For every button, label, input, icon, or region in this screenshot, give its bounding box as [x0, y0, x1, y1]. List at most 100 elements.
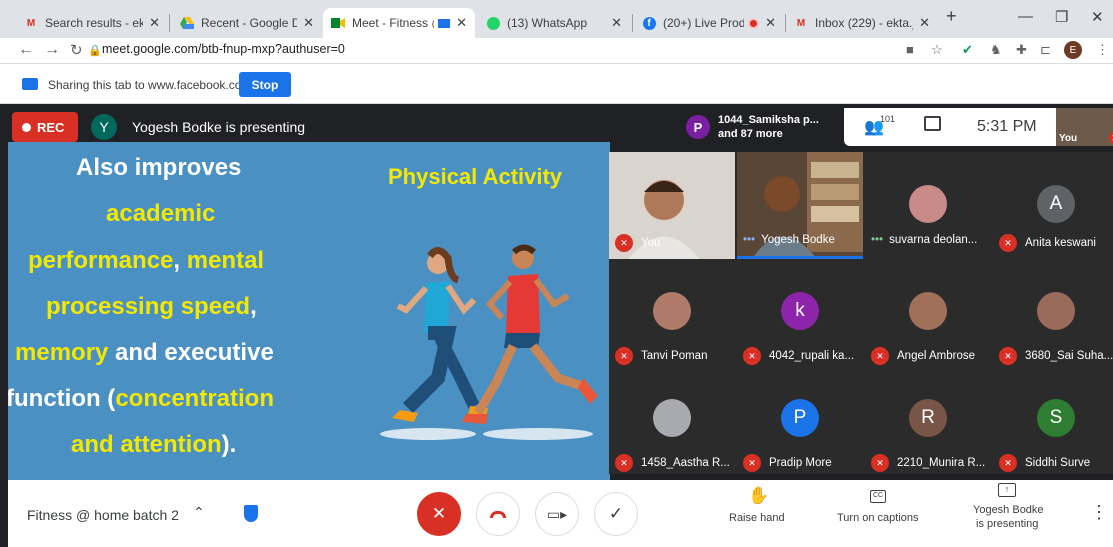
slide-line: Also improves: [76, 154, 242, 181]
forward-arrow-icon[interactable]: →: [44, 41, 60, 59]
camera-icon: ▭▸: [546, 505, 568, 522]
tab-google-drive[interactable]: Recent - Google Drive ✕: [172, 8, 322, 38]
sharing-icon: [438, 18, 451, 28]
participant-grid: ✕ You ••• Yogesh Bodke ••• suvarna deolan..…: [609, 152, 1113, 474]
hang-up-icon: [490, 510, 506, 518]
address-bar: ← → ↻ 🔒 meet.google.com/btb-fnup-mxp?aut…: [0, 38, 1113, 64]
mic-off-icon: ✕: [999, 454, 1017, 472]
security-shield-icon[interactable]: [244, 505, 258, 522]
tab-meet[interactable]: Meet - Fitness @ h ✕: [323, 8, 475, 38]
presenting-label-line2[interactable]: is presenting: [976, 518, 1038, 530]
chat-icon[interactable]: [924, 116, 941, 131]
participant-avatar: [1037, 292, 1075, 330]
mic-off-icon: ✕: [431, 504, 447, 523]
tab-facebook-live[interactable]: f (20+) Live Produce ✕: [634, 8, 784, 38]
new-tab-button[interactable]: +: [946, 6, 957, 27]
reload-icon[interactable]: ↻: [70, 41, 83, 59]
close-window-button[interactable]: ✕: [1091, 8, 1104, 26]
check-extension-icon[interactable]: ✔: [962, 42, 973, 58]
tab-gmail-inbox[interactable]: M Inbox (229) - ekta.jadha ✕: [786, 8, 938, 38]
meet-control-bar: Fitness @ home batch 2 ⌃ ✕ ▭▸ ✓ ✋ Raise …: [8, 480, 1113, 547]
participant-tile[interactable]: ✕ Tanvi Poman: [609, 259, 735, 366]
browser-menu-icon[interactable]: ⋮: [1096, 42, 1109, 58]
participant-tile[interactable]: ••• suvarna deolan...: [865, 152, 991, 259]
tab-whatsapp[interactable]: (13) WhatsApp ✕: [478, 8, 630, 38]
mic-off-icon: ✕: [615, 347, 633, 365]
participant-tile[interactable]: S ✕ Siddhi Surve: [993, 366, 1113, 473]
meeting-time: 5:31 PM: [977, 118, 1037, 135]
participant-avatar: P: [686, 115, 710, 139]
participant-count: 101: [880, 114, 896, 124]
participants-summary[interactable]: P 1044_Samiksha p... and 87 more: [680, 108, 842, 146]
mic-off-icon: ✕: [999, 347, 1017, 365]
mic-off-icon: ✕: [743, 454, 761, 472]
present-icon[interactable]: ↑: [998, 483, 1016, 497]
raise-hand-icon[interactable]: ✋: [748, 486, 769, 506]
participant-avatar: S: [1037, 399, 1075, 437]
chevron-up-icon[interactable]: ⌃: [193, 504, 205, 521]
whatsapp-icon: [486, 16, 500, 30]
participant-avatar: A: [1037, 185, 1075, 223]
presenting-label-line1[interactable]: Yogesh Bodke: [973, 504, 1044, 516]
participant-avatar: [653, 399, 691, 437]
tab-gmail-search[interactable]: M Search results - ekta.jad ✕: [16, 8, 168, 38]
microphone-off-button[interactable]: ✕: [417, 492, 461, 536]
extension-icon[interactable]: ♞: [990, 42, 1002, 58]
participant-tile[interactable]: R ✕ 2210_Munira R...: [865, 366, 991, 473]
browser-tab-strip: M Search results - ekta.jad ✕ Recent - G…: [0, 0, 1113, 38]
more-options-icon[interactable]: ⋮: [1090, 502, 1108, 523]
participant-tile[interactable]: A ✕ Anita keswani: [993, 152, 1113, 259]
participant-tile[interactable]: P ✕ Pradip More: [737, 366, 863, 473]
participant-tile[interactable]: k ✕ 4042_rupali ka...: [737, 259, 863, 366]
mic-off-icon: ✕: [999, 234, 1017, 252]
check-button[interactable]: ✓: [594, 492, 638, 536]
participant-avatar: R: [909, 399, 947, 437]
participant-tile[interactable]: ✕ 1458_Aastha R...: [609, 366, 735, 473]
presenting-status: Yogesh Bodke is presenting: [132, 119, 306, 135]
url-field[interactable]: meet.google.com/btb-fnup-mxp?authuser=0: [102, 42, 345, 56]
mic-off-icon: ✕: [871, 347, 889, 365]
slide-line: academic: [106, 200, 216, 227]
star-icon[interactable]: ☆: [931, 42, 943, 58]
mic-off-icon: ✕: [743, 347, 761, 365]
speaking-indicator-icon: •••: [871, 234, 884, 246]
meet-window: REC Y Yogesh Bodke is presenting P 1044_…: [0, 104, 1113, 547]
captions-icon[interactable]: CC: [870, 490, 886, 503]
profile-avatar[interactable]: E: [1064, 41, 1082, 59]
mic-off-icon: ✕: [615, 234, 633, 252]
participant-tile[interactable]: ✕ You: [609, 152, 735, 259]
rec-dot-icon: [22, 122, 31, 132]
slide-title: Physical Activity: [388, 164, 563, 189]
close-tab-icon[interactable]: ✕: [456, 15, 467, 31]
participant-avatar: [653, 292, 691, 330]
close-tab-icon[interactable]: ✕: [303, 15, 314, 31]
screen-share-icon: [22, 78, 38, 90]
stop-sharing-button[interactable]: Stop: [239, 72, 291, 97]
close-tab-icon[interactable]: ✕: [611, 15, 622, 31]
camera-button[interactable]: ▭▸: [535, 492, 579, 536]
participant-tile-active-speaker[interactable]: ••• Yogesh Bodke: [737, 152, 863, 259]
check-icon: ✓: [608, 504, 624, 523]
restore-button[interactable]: ❐: [1055, 8, 1068, 26]
lock-icon: 🔒: [88, 45, 102, 57]
raise-hand-label[interactable]: Raise hand: [729, 512, 785, 524]
participant-avatar: [909, 185, 947, 223]
minimize-button[interactable]: —: [1018, 8, 1033, 25]
participant-tile[interactable]: ✕ Angel Ambrose: [865, 259, 991, 366]
meeting-details-panel: 👥 101 5:31 PM: [844, 108, 1056, 146]
back-arrow-icon[interactable]: ←: [18, 41, 34, 59]
puzzle-icon[interactable]: ✚: [1016, 42, 1027, 58]
participant-avatar: P: [781, 399, 819, 437]
close-tab-icon[interactable]: ✕: [149, 15, 160, 31]
leave-call-button[interactable]: [476, 492, 520, 536]
captions-label[interactable]: Turn on captions: [837, 512, 919, 524]
recording-badge: REC: [12, 112, 78, 142]
camera-icon[interactable]: ■: [906, 42, 914, 57]
close-tab-icon[interactable]: ✕: [919, 15, 930, 31]
cast-icon[interactable]: ⊏: [1040, 42, 1051, 58]
close-tab-icon[interactable]: ✕: [765, 15, 776, 31]
mic-off-icon: ✕: [615, 454, 633, 472]
participant-tile[interactable]: ✕ 3680_Sai Suha...: [993, 259, 1113, 366]
self-view-thumbnail[interactable]: You ✕: [1056, 108, 1113, 146]
meeting-name[interactable]: Fitness @ home batch 2: [27, 507, 179, 523]
